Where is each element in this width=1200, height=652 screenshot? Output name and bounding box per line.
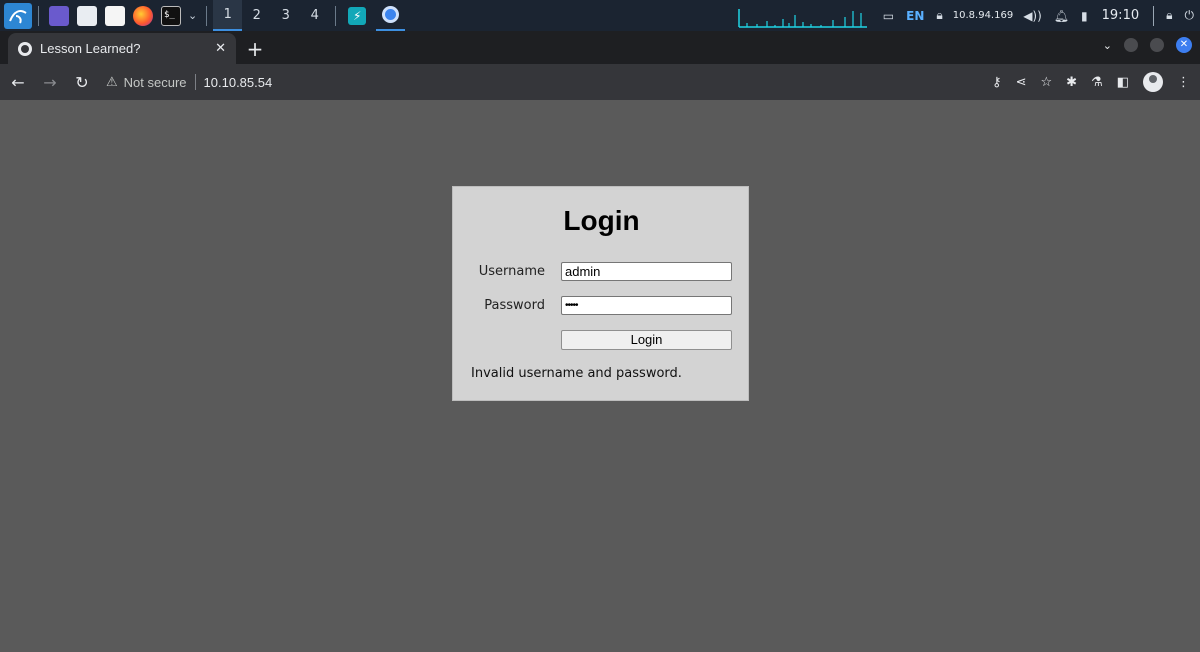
bookmark-star-icon[interactable]: ☆ — [1040, 75, 1052, 90]
vpn-lock-icon: 🔒︎ — [936, 8, 943, 22]
workspace-1[interactable]: 1 — [213, 0, 243, 31]
password-input[interactable]: ••••• — [561, 296, 732, 315]
taskbar-separator — [1153, 5, 1155, 26]
terminal-icon-label: $_ — [164, 9, 175, 20]
workspace-4[interactable]: 4 — [300, 0, 329, 31]
lock-screen-icon[interactable]: 🔒︎ — [1166, 8, 1172, 23]
profile-avatar[interactable] — [1143, 72, 1163, 92]
warning-icon[interactable]: ⚠ — [106, 75, 118, 90]
chrome-icon — [382, 6, 400, 23]
tab-title: Lesson Learned? — [40, 41, 141, 56]
taskbar-separator — [38, 5, 39, 26]
username-label: Username — [478, 264, 545, 279]
battery-icon[interactable]: ▮ — [1081, 9, 1088, 23]
text-editor-icon[interactable] — [105, 5, 125, 26]
close-icon[interactable]: ✕ — [215, 41, 226, 56]
address-bar[interactable]: ⚠ Not secure 10.10.85.54 — [106, 68, 272, 96]
file-manager-icon[interactable] — [77, 5, 97, 26]
share-icon[interactable]: ⋖ — [1016, 75, 1027, 90]
reload-icon[interactable]: ↻ — [68, 68, 96, 96]
clock[interactable]: 19:10 — [1102, 8, 1139, 23]
workspace-switcher-icon[interactable] — [49, 5, 69, 26]
chevron-down-icon[interactable]: ⌄ — [188, 9, 197, 22]
username-input[interactable]: admin — [561, 262, 732, 281]
tab-search-chevron-icon[interactable]: ⌄ — [1103, 39, 1112, 52]
omnibox-separator — [194, 74, 196, 90]
chrome-window-button[interactable] — [376, 0, 406, 31]
login-error-message: Invalid username and password. — [471, 366, 682, 381]
page-viewport: Login Username admin Password ••••• Logi… — [0, 100, 1200, 652]
password-key-icon[interactable]: ⚷ — [992, 75, 1002, 90]
keyboard-layout-indicator[interactable]: EN — [906, 9, 924, 23]
close-window-button[interactable]: ✕ — [1176, 37, 1192, 53]
url-text[interactable]: 10.10.85.54 — [204, 75, 273, 90]
globe-icon — [18, 41, 32, 56]
browser-tabstrip: Lesson Learned? ✕ + ⌄ ✕ — [0, 31, 1200, 64]
vpn-ip-address: 10.8.94.169 — [952, 10, 1014, 21]
kali-menu-icon[interactable] — [4, 2, 32, 29]
terminal-icon[interactable]: $_ — [161, 5, 181, 26]
browser-tab[interactable]: Lesson Learned? ✕ — [8, 33, 236, 64]
security-status[interactable]: Not secure — [124, 75, 187, 90]
extensions-puzzle-icon[interactable]: ✱ — [1066, 75, 1077, 90]
workspace-3[interactable]: 3 — [271, 0, 300, 31]
desktop-taskbar: $_ ⌄ 1 2 3 4 ⚡ ▭ EN 🔒︎ 10.8.94.169 ◀)) 🔔… — [0, 0, 1200, 31]
logout-icon[interactable]: ⏻ — [1185, 8, 1195, 23]
password-label: Password — [484, 298, 545, 313]
network-monitor-graph — [738, 8, 867, 28]
firefox-icon[interactable] — [133, 5, 153, 26]
display-icon[interactable]: ▭ — [883, 9, 894, 23]
volume-icon[interactable]: ◀)) — [1023, 9, 1042, 23]
labs-flask-icon[interactable]: ⚗ — [1091, 75, 1103, 90]
login-form: Login Username admin Password ••••• Logi… — [452, 186, 749, 401]
kebab-menu-icon[interactable]: ⋮ — [1177, 75, 1190, 90]
login-title: Login — [563, 205, 640, 236]
minimize-window-button[interactable] — [1124, 38, 1138, 52]
bolt-app-icon[interactable]: ⚡ — [348, 6, 367, 25]
back-arrow-icon[interactable]: ← — [4, 68, 32, 96]
browser-toolbar: ← → ↻ ⚠ Not secure 10.10.85.54 ⚷ ⋖ ☆ ✱ ⚗… — [0, 64, 1200, 100]
login-submit-button[interactable]: Login — [561, 330, 732, 350]
new-tab-button[interactable]: + — [240, 33, 270, 64]
side-panel-icon[interactable]: ◧ — [1117, 75, 1129, 90]
taskbar-separator — [335, 5, 337, 26]
forward-arrow-icon[interactable]: → — [36, 68, 64, 96]
workspace-2[interactable]: 2 — [242, 0, 271, 31]
taskbar-separator — [206, 5, 208, 26]
notification-bell-icon[interactable]: 🔔︎ — [1054, 9, 1069, 23]
maximize-window-button[interactable] — [1150, 38, 1164, 52]
